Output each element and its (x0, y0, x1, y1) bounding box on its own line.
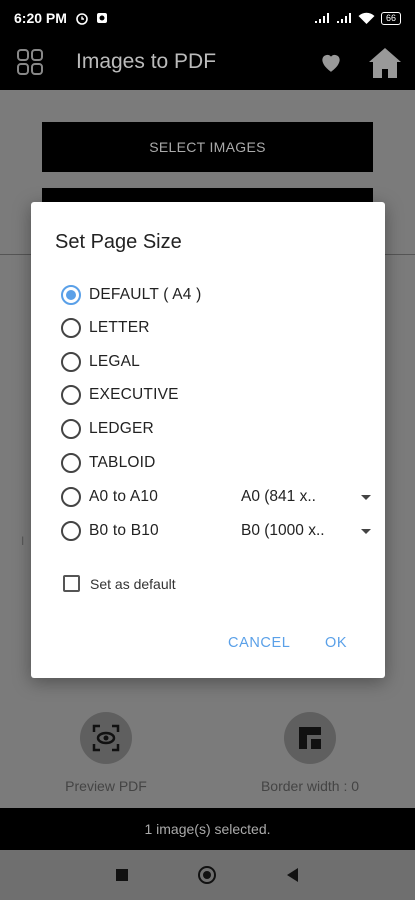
dialog-title: Set Page Size (55, 231, 182, 253)
status-time: 6:20 PM (14, 10, 67, 26)
border-icon (284, 712, 336, 764)
option-label: LEDGER (89, 420, 154, 437)
radio-button[interactable] (61, 318, 81, 338)
option-label: LETTER (89, 319, 150, 336)
status-bar: 6:20 PM 66 (0, 0, 415, 36)
select-images-button[interactable]: SELECT IMAGES (42, 122, 373, 172)
option-legal[interactable]: LEGAL (61, 349, 140, 375)
border-width-label: Border width : 0 (260, 778, 360, 794)
radio-button[interactable] (61, 385, 81, 405)
back-icon[interactable] (287, 868, 298, 882)
grid-menu-icon[interactable] (16, 48, 44, 76)
dropdown-arrow-icon (361, 495, 371, 500)
option-default-a4[interactable]: DEFAULT ( A4 ) (61, 282, 201, 308)
app-bar: Images to PDF (0, 36, 415, 90)
home-icon[interactable] (366, 44, 404, 82)
wifi-icon (358, 12, 375, 24)
system-nav-bar (0, 850, 415, 900)
radio-button[interactable] (61, 419, 81, 439)
radio-button[interactable] (61, 453, 81, 473)
preview-scan-icon (80, 712, 132, 764)
b-series-spinner[interactable]: B0 (1000 x.. (241, 518, 375, 544)
ok-button[interactable]: OK (325, 635, 347, 651)
signal-icon-2 (336, 13, 351, 23)
app-title: Images to PDF (76, 50, 217, 73)
option-ledger[interactable]: LEDGER (61, 416, 154, 442)
option-b-series[interactable]: B0 to B10 B0 (1000 x.. (61, 518, 381, 544)
option-label: TABLOID (89, 454, 156, 471)
preview-pdf-label: Preview PDF (65, 778, 147, 794)
radio-button[interactable] (61, 487, 81, 507)
option-letter[interactable]: LETTER (61, 315, 150, 341)
notification-icon (96, 13, 107, 23)
selection-info-bar: 1 image(s) selected. (0, 808, 415, 850)
option-label: DEFAULT ( A4 ) (89, 286, 202, 303)
option-label: EXECUTIVE (89, 386, 179, 403)
set-as-default-label: Set as default (90, 575, 176, 592)
border-width-tool[interactable]: Border width : 0 (250, 712, 370, 794)
spinner-value: B0 (1000 x.. (241, 522, 325, 539)
signal-icon (314, 13, 329, 23)
option-label: A0 to A10 (89, 488, 159, 505)
set-as-default-checkbox[interactable] (63, 575, 80, 592)
preview-pdf-tool[interactable]: Preview PDF (58, 712, 154, 794)
set-as-default-row[interactable]: Set as default (63, 575, 176, 592)
option-label: B0 to B10 (89, 522, 159, 539)
obscured-text: I (21, 534, 25, 548)
option-label: LEGAL (89, 353, 140, 370)
status-right: 66 (314, 11, 401, 25)
cancel-button[interactable]: CANCEL (228, 635, 290, 651)
option-tabloid[interactable]: TABLOID (61, 450, 156, 476)
recents-icon[interactable] (116, 869, 128, 881)
battery-icon: 66 (380, 11, 401, 25)
option-executive[interactable]: EXECUTIVE (61, 382, 179, 408)
option-a-series[interactable]: A0 to A10 A0 (841 x.. (61, 484, 381, 510)
a-series-spinner[interactable]: A0 (841 x.. (241, 484, 375, 510)
radio-button[interactable] (61, 352, 81, 372)
heart-icon[interactable] (318, 49, 344, 75)
home-nav-icon[interactable] (198, 866, 216, 884)
radio-button[interactable] (61, 521, 81, 541)
radio-button-checked[interactable] (61, 285, 81, 305)
dropdown-arrow-icon (361, 529, 371, 534)
alarm-icon (76, 13, 88, 25)
page-size-dialog: Set Page Size DEFAULT ( A4 ) LETTER LEGA… (31, 202, 385, 678)
spinner-value: A0 (841 x.. (241, 488, 316, 505)
